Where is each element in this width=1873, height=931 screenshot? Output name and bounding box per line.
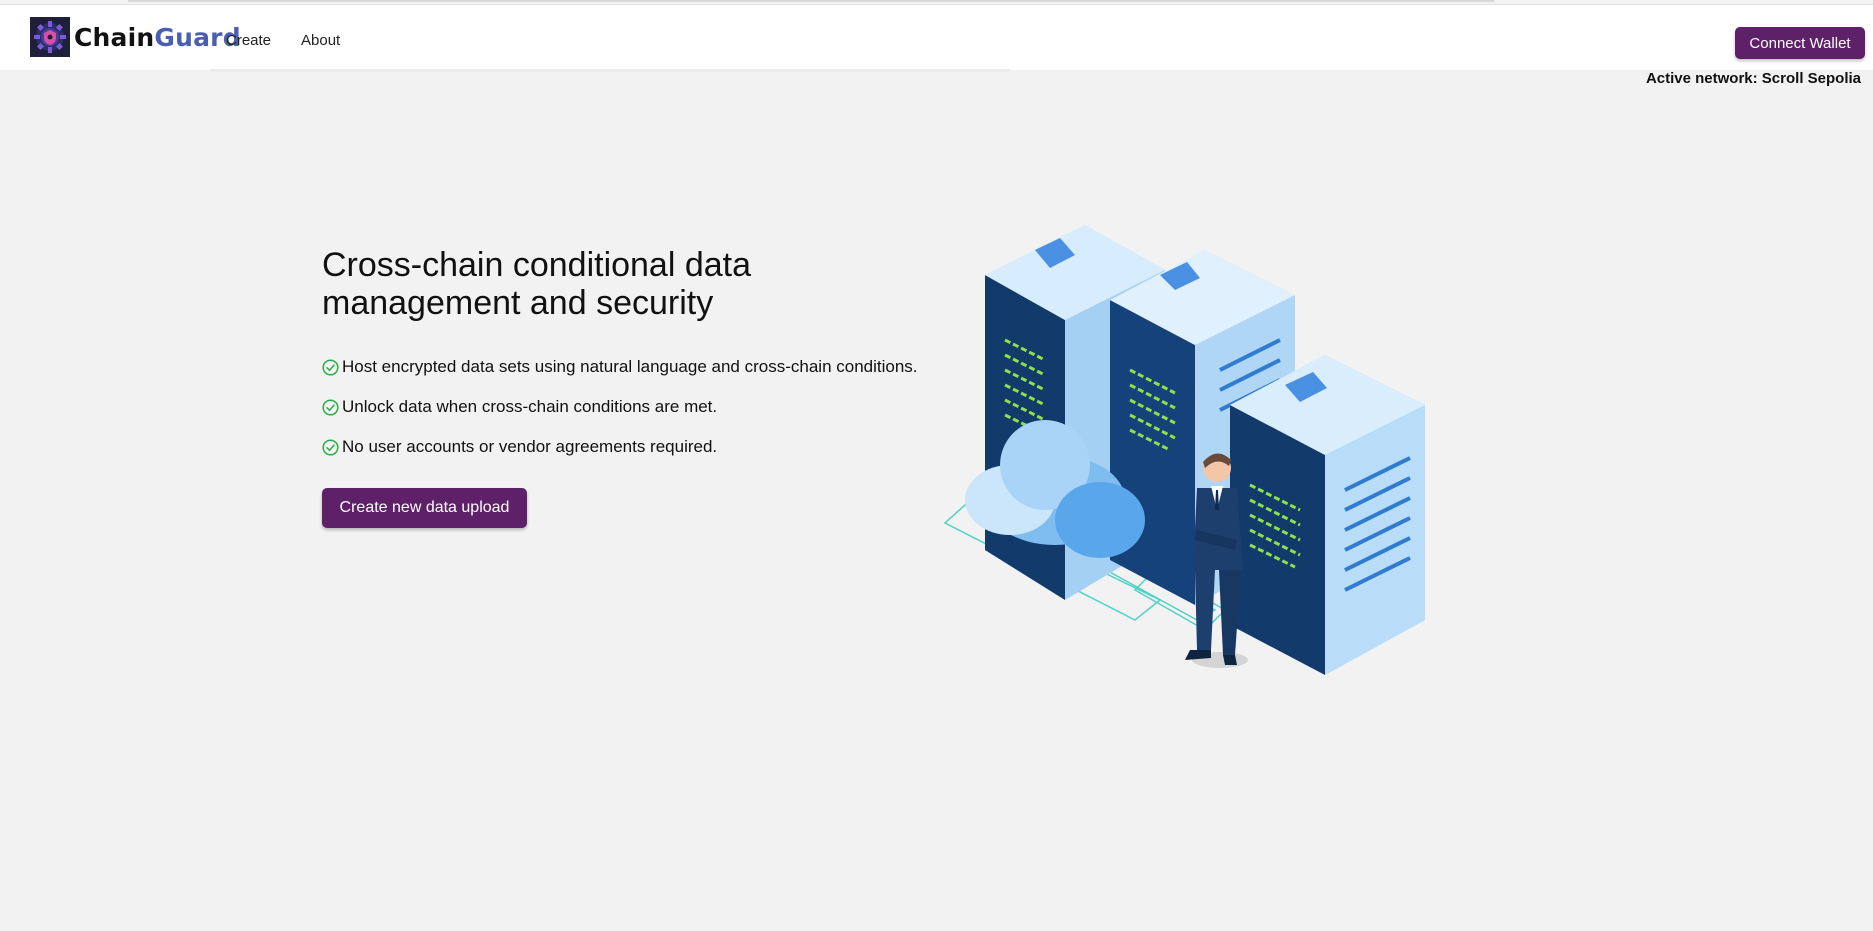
navbar: ChainGuard Create About Connect Wallet xyxy=(0,4,1873,70)
active-network-status: Active network: Scroll Sepolia xyxy=(1645,70,1861,87)
top-divider xyxy=(128,0,1494,2)
check-circle-icon xyxy=(322,438,339,456)
feature-text: No user accounts or vendor agreements re… xyxy=(342,437,718,456)
feature-text: Host encrypted data sets using natural l… xyxy=(342,357,918,376)
connect-wallet-button[interactable]: Connect Wallet xyxy=(1735,27,1865,59)
server-rack-3 xyxy=(1230,355,1425,675)
brand-name: ChainGuard xyxy=(74,23,241,52)
feature-list: Host encrypted data sets using natural l… xyxy=(322,356,918,476)
create-data-upload-button[interactable]: Create new data upload xyxy=(322,488,527,528)
feature-item: Host encrypted data sets using natural l… xyxy=(322,356,918,378)
logo-icon xyxy=(30,17,70,57)
feature-item: No user accounts or vendor agreements re… xyxy=(322,436,918,458)
nav-about-link[interactable]: About xyxy=(301,32,340,49)
server-cloud-illustration xyxy=(943,225,1425,675)
brand-name-part1: Chain xyxy=(74,22,155,52)
navbar-shadow xyxy=(210,69,1010,72)
check-circle-icon xyxy=(322,398,339,416)
hero-title: Cross-chain conditional data management … xyxy=(322,246,752,322)
nav-create-link[interactable]: Create xyxy=(226,32,271,49)
brand-logo[interactable]: ChainGuard xyxy=(30,17,241,57)
feature-text: Unlock data when cross-chain conditions … xyxy=(342,397,718,416)
feature-item: Unlock data when cross-chain conditions … xyxy=(322,396,918,418)
check-circle-icon xyxy=(322,358,339,376)
